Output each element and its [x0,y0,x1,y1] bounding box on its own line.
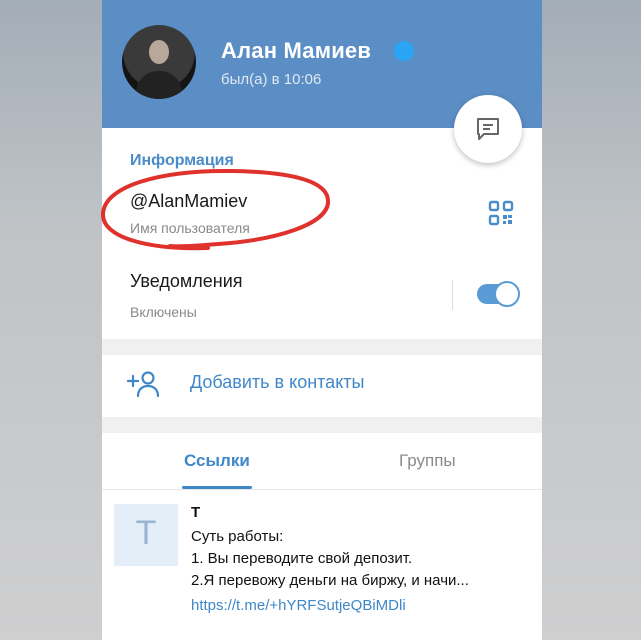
tab-links[interactable]: Ссылки [184,451,250,471]
add-user-icon[interactable] [126,370,160,398]
section-separator [102,339,542,355]
link-thumbnail[interactable]: T [114,504,178,566]
link-thumbnail-letter: T [135,514,157,552]
tab-groups[interactable]: Группы [399,451,456,471]
message-icon [477,118,499,140]
background-right [542,0,641,640]
link-url[interactable]: https://t.me/+hYRFSutjeQBiMDli [191,597,406,614]
verified-icon [394,41,414,61]
username-value[interactable]: @AlanMamiev [130,191,247,212]
last-seen-status: был(а) в 10:06 [221,71,322,88]
avatar[interactable] [122,25,196,99]
avatar-head [149,40,169,64]
link-title: T [191,504,201,521]
tabs-divider [102,489,542,490]
link-description-line: Суть работы: [191,528,284,545]
background-left [0,0,102,640]
avatar-body [136,71,182,99]
profile-screen: Алан Мамиев был(а) в 10:06 Информация @A… [102,0,542,640]
info-section-title: Информация [130,152,234,169]
add-to-contacts-button[interactable]: Добавить в контакты [190,372,364,393]
notifications-title[interactable]: Уведомления [130,271,243,292]
profile-name: Алан Мамиев [221,38,372,63]
username-label: Имя пользователя [130,220,250,236]
link-description-line: 1. Вы переводите свой депозит. [191,550,413,567]
message-button[interactable] [454,95,522,163]
section-separator [102,417,542,433]
divider [452,280,453,310]
qr-code-icon[interactable] [488,200,514,226]
link-description-line: 2.Я перевожу деньги на биржу, и начи... [191,572,469,589]
notifications-state: Включены [130,304,197,320]
notifications-toggle-knob[interactable] [494,281,520,307]
